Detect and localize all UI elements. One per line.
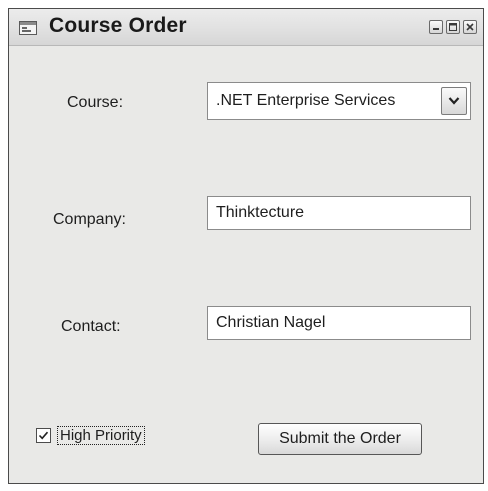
- contact-value: Christian Nagel: [216, 314, 326, 331]
- course-label: Course:: [67, 94, 124, 111]
- company-label: Company:: [53, 211, 126, 228]
- close-icon[interactable]: [463, 20, 477, 34]
- window-title: Course Order: [49, 14, 187, 37]
- company-field[interactable]: Thinktecture: [207, 196, 471, 230]
- contact-field[interactable]: Christian Nagel: [207, 306, 471, 340]
- chevron-down-icon[interactable]: [441, 87, 467, 115]
- form-icon: [19, 21, 37, 35]
- company-value: Thinktecture: [216, 204, 305, 221]
- course-combobox[interactable]: .NET Enterprise Services: [207, 82, 471, 120]
- title-bar[interactable]: Course Order: [9, 9, 483, 46]
- minimize-icon[interactable]: [429, 20, 443, 34]
- submit-order-button[interactable]: Submit the Order: [258, 423, 422, 455]
- maximize-icon[interactable]: [446, 20, 460, 34]
- high-priority-label[interactable]: High Priority: [57, 426, 145, 445]
- contact-label: Contact:: [61, 318, 121, 335]
- course-selected-value: .NET Enterprise Services: [216, 92, 396, 109]
- high-priority-checkbox[interactable]: [36, 428, 51, 443]
- course-order-window: Course Order Course: .NET Enterprise Ser…: [8, 8, 484, 484]
